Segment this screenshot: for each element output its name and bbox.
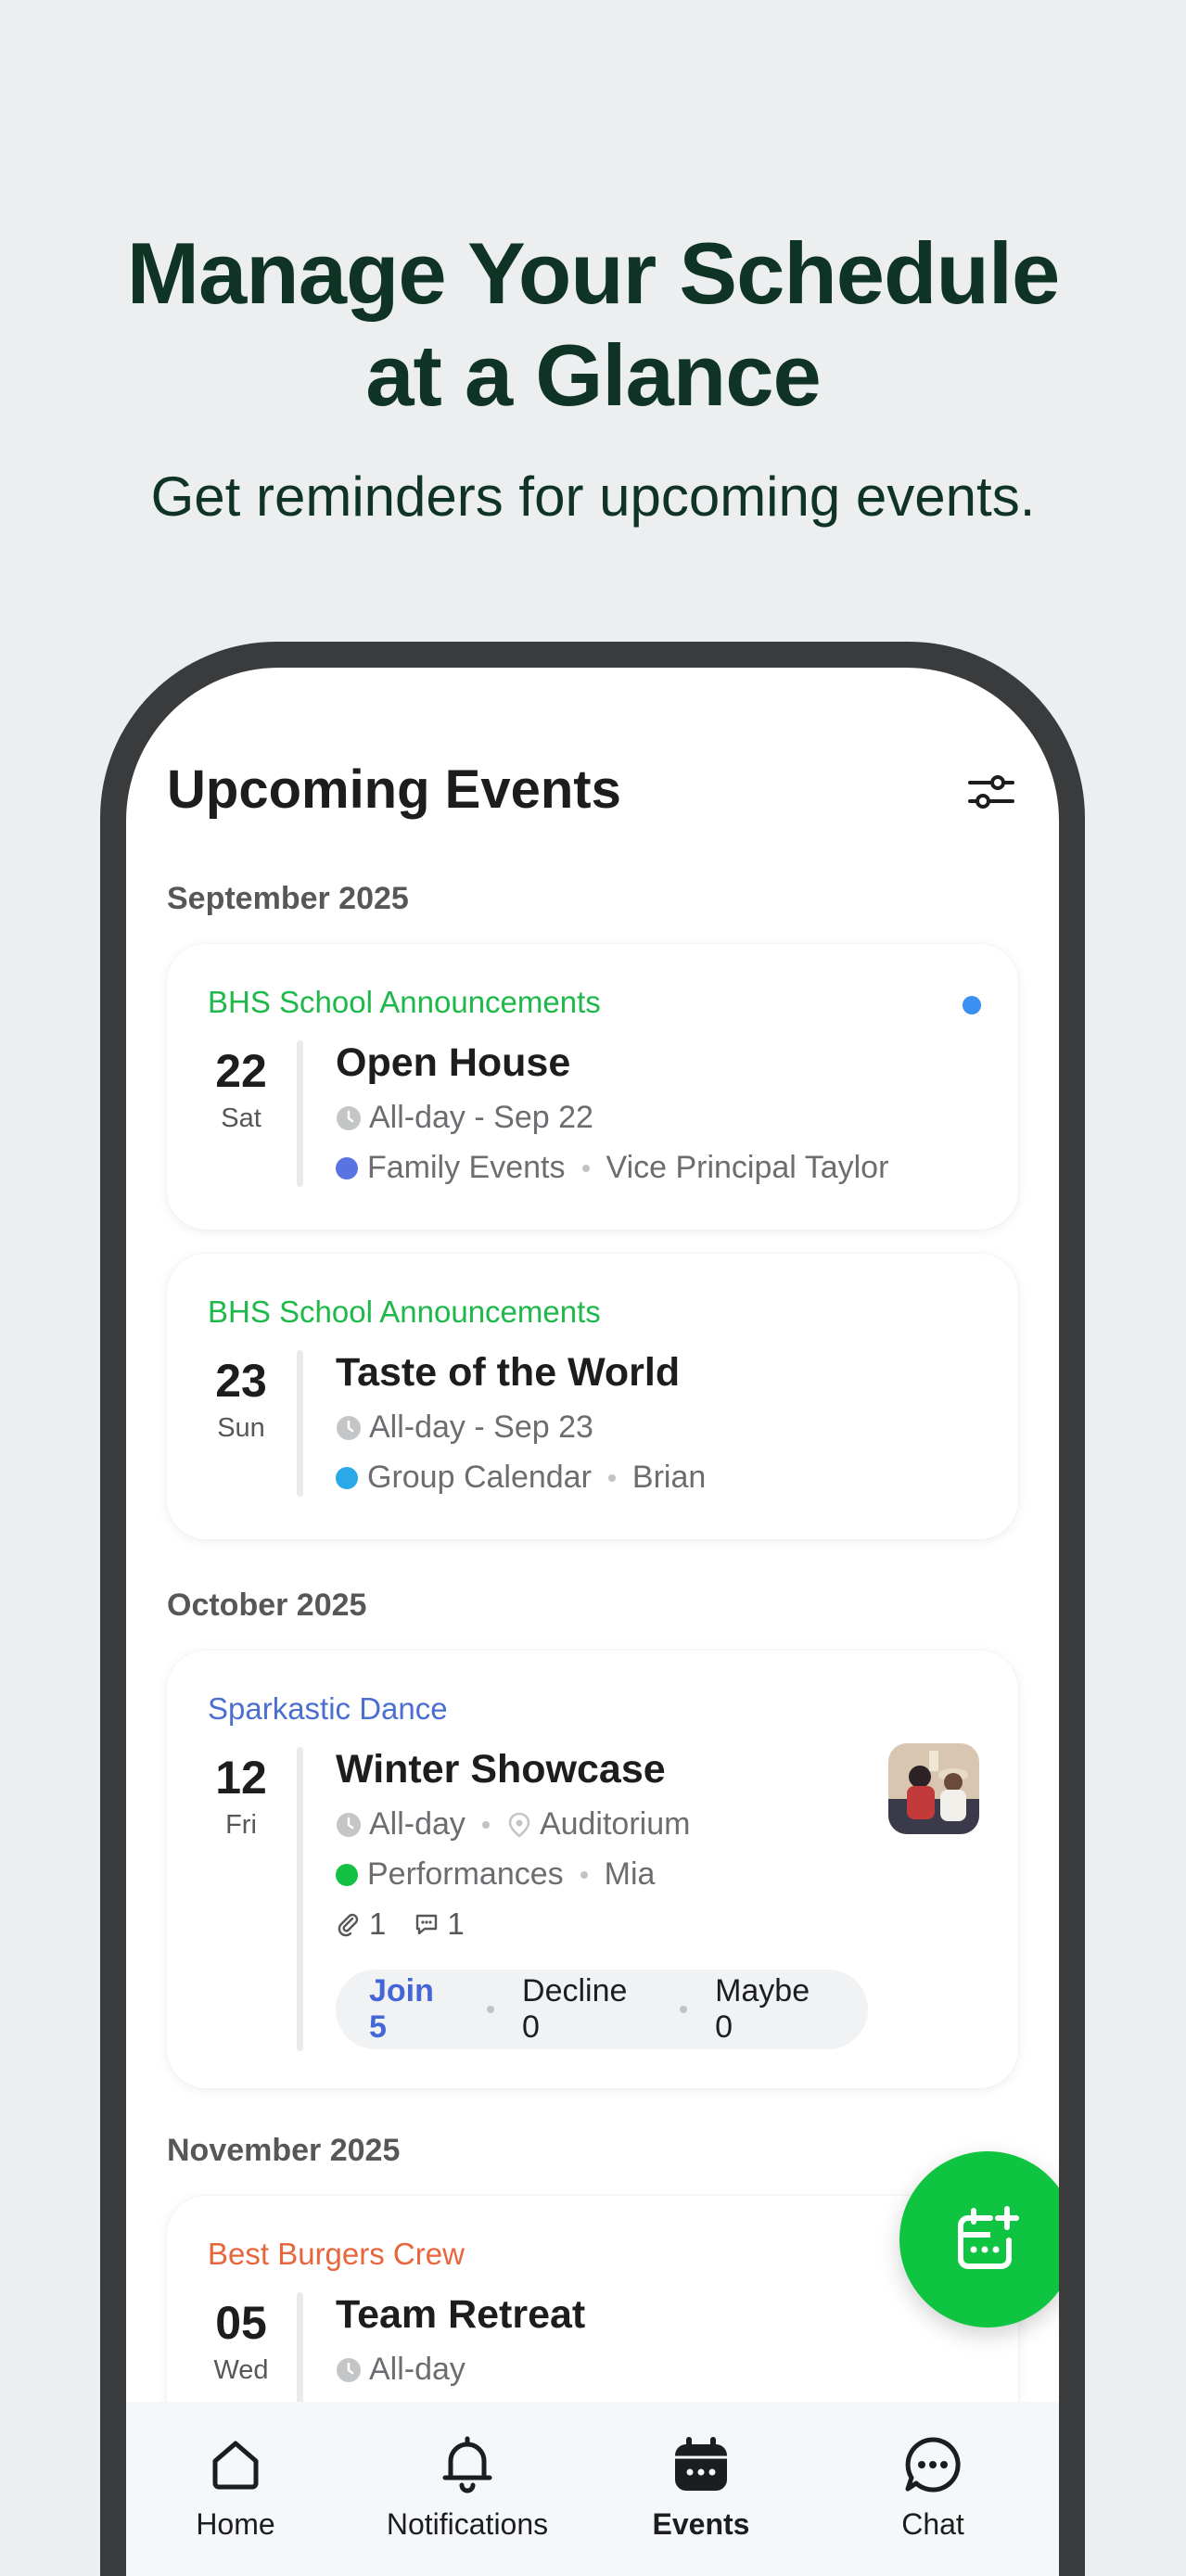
event-thumbnail[interactable] [888, 1743, 979, 1834]
clock-icon [337, 1812, 361, 1837]
rsvp-decline-button[interactable]: Decline 0 [522, 1973, 652, 2046]
clock-icon [337, 2357, 361, 2382]
bell-icon [442, 2436, 492, 2493]
calendar-icon [675, 2437, 727, 2491]
separator-dot [487, 2006, 495, 2013]
event-organizer: Vice Principal Taylor [606, 1150, 889, 1185]
event-title: Taste of the World [336, 1350, 681, 1395]
tab-home[interactable]: Home [134, 2435, 338, 2542]
tab-label: Chat [901, 2507, 964, 2541]
hero-title-line2: at a Glance [365, 326, 822, 424]
separator-dot [607, 1473, 616, 1482]
event-counts-row: 1 1 [336, 1906, 465, 1942]
event-title: Open House [336, 1040, 571, 1085]
divider [297, 1747, 303, 2051]
tab-chat[interactable]: Chat [831, 2435, 1035, 2542]
comment-icon [416, 1914, 438, 1935]
event-title: Team Retreat [336, 2292, 586, 2337]
event-card[interactable]: BHS School Announcements 22 Sat Open Hou… [167, 944, 1018, 1230]
event-calendar-row: Performances Mia [336, 1856, 655, 1893]
month-header: November 2025 [167, 2133, 401, 2168]
tab-label: Notifications [386, 2507, 549, 2541]
separator-dot [581, 1164, 590, 1172]
calendar-color-dot [336, 1156, 358, 1180]
event-time: All-day [369, 2352, 465, 2387]
event-calendar-row: Family Events Vice Principal Taylor [336, 1150, 888, 1186]
event-card[interactable]: BHS School Announcements 23 Sun Taste of… [167, 1254, 1018, 1539]
separator-dot [481, 1820, 490, 1829]
chat-icon [905, 2437, 961, 2493]
phone-frame: Upcoming Events September 2025 BHS Schoo… [100, 642, 1085, 2576]
separator-dot [680, 2006, 688, 2013]
comment-count: 1 [447, 1906, 465, 1941]
unread-indicator [963, 996, 981, 1014]
divider [297, 1350, 303, 1497]
event-group: Best Burgers Crew [208, 2237, 465, 2271]
separator-dot [580, 1870, 588, 1879]
event-group: BHS School Announcements [208, 985, 601, 1019]
month-header: October 2025 [167, 1588, 367, 1623]
tab-label: Home [196, 2507, 275, 2541]
event-day: 05 [215, 2297, 267, 2349]
event-day: 22 [215, 1045, 267, 1097]
event-location: Auditorium [539, 1806, 691, 1842]
location-pin-icon [508, 1812, 530, 1838]
event-time: All-day - Sep 23 [369, 1409, 593, 1445]
event-calendar: Group Calendar [367, 1460, 592, 1495]
event-time-row: All-day [336, 2352, 465, 2388]
hero-subtitle: Get reminders for upcoming events. [150, 465, 1036, 528]
tab-notifications[interactable]: Notifications [365, 2435, 569, 2542]
event-card[interactable]: Sparkastic Dance 12 Fri Winter Showcase [167, 1651, 1018, 2088]
calendar-color-dot [336, 1863, 358, 1886]
rsvp-join-button[interactable]: Join 5 [369, 1973, 459, 2046]
event-day: 12 [215, 1752, 267, 1804]
event-title: Winter Showcase [336, 1747, 666, 1792]
event-time-row: All-day - Sep 23 [336, 1409, 593, 1446]
event-day: 23 [215, 1355, 267, 1407]
event-photo-image [888, 1743, 979, 1834]
month-header: September 2025 [167, 881, 409, 916]
event-calendar: Family Events [367, 1150, 566, 1185]
sliders-icon[interactable] [968, 772, 1014, 812]
divider [297, 1040, 303, 1187]
tab-events[interactable]: Events [599, 2435, 803, 2542]
event-organizer: Mia [604, 1856, 656, 1892]
attachment-count: 1 [369, 1906, 387, 1941]
hero-title: Manage Your Schedule at a Glance [0, 223, 1186, 427]
event-time: All-day [369, 1806, 465, 1842]
event-time-row: All-day Auditorium [336, 1806, 690, 1843]
event-time-row: All-day - Sep 22 [336, 1100, 593, 1136]
bottom-tab-bar: Home Notifications Events Chat [126, 2402, 1059, 2576]
page-title: Upcoming Events [167, 759, 621, 820]
event-weekday: Wed [213, 2355, 269, 2385]
event-weekday: Sun [217, 1413, 265, 1443]
event-weekday: Fri [225, 1810, 257, 1840]
rsvp-maybe-button[interactable]: Maybe 0 [715, 1973, 835, 2046]
event-group: BHS School Announcements [208, 1294, 601, 1329]
calendar-color-dot [336, 1466, 358, 1489]
clock-icon [337, 1415, 361, 1440]
phone-screen: Upcoming Events September 2025 BHS Schoo… [126, 668, 1059, 2576]
event-group: Sparkastic Dance [208, 1691, 448, 1726]
home-icon [212, 2441, 259, 2490]
event-time: All-day - Sep 22 [369, 1100, 593, 1135]
rsvp-bar: Join 5 Decline 0 Maybe 0 [336, 1970, 868, 2049]
clock-icon [337, 1105, 361, 1130]
event-organizer: Brian [631, 1460, 707, 1495]
add-event-icon [958, 2206, 1019, 2269]
tab-label: Events [652, 2507, 750, 2541]
hero-title-line1: Manage Your Schedule [126, 224, 1061, 322]
event-weekday: Sat [221, 1103, 261, 1133]
paperclip-icon [338, 1913, 359, 1937]
event-calendar-row: Group Calendar Brian [336, 1460, 706, 1496]
event-calendar: Performances [367, 1856, 564, 1892]
